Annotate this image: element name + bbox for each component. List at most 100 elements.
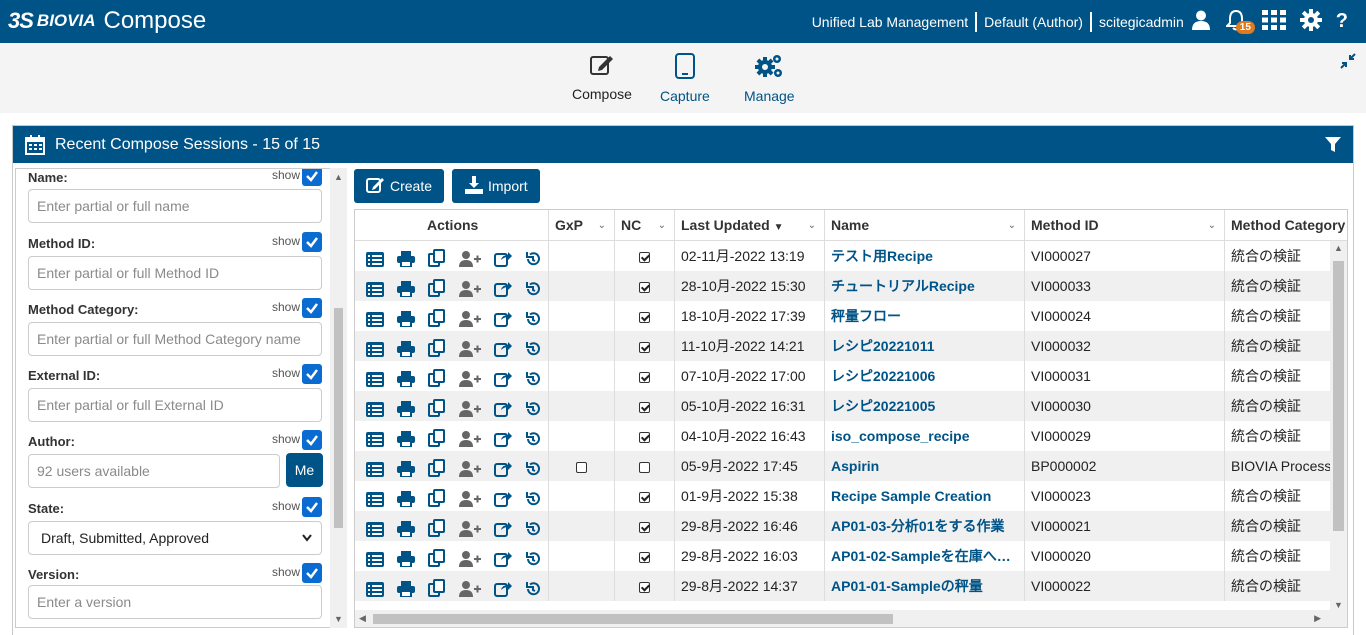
filter-icon[interactable] <box>1325 137 1341 156</box>
name-input[interactable]: Enter partial or full name <box>28 189 322 223</box>
user-plus-icon[interactable] <box>459 247 481 271</box>
show-checkbox[interactable] <box>302 364 322 384</box>
print-icon[interactable] <box>397 577 415 601</box>
table-row[interactable]: 07-10月-2022 17:00 レシピ20221006 VI000031 統合の検… <box>355 361 1347 391</box>
share-icon[interactable] <box>494 277 512 301</box>
chevron-down-icon[interactable]: ⌄ <box>598 210 606 241</box>
create-button[interactable]: Create <box>354 169 445 203</box>
import-button[interactable]: Import <box>452 169 540 203</box>
scroll-up-icon[interactable]: ▲ <box>334 172 343 182</box>
external-id-input[interactable]: Enter partial or full External ID <box>28 388 322 422</box>
filter-scrollbar[interactable]: ▲ ▼ <box>330 168 347 628</box>
name-link[interactable]: チュートリアルRecipe <box>825 271 1025 301</box>
version-input[interactable]: Enter a version <box>28 585 322 619</box>
history-icon[interactable] <box>525 367 541 391</box>
lab-link[interactable]: Unified Lab Management <box>812 14 968 30</box>
share-icon[interactable] <box>494 487 512 511</box>
show-checkbox[interactable] <box>302 169 322 186</box>
scroll-left-icon[interactable]: ◀ <box>359 613 366 624</box>
me-button[interactable]: Me <box>286 453 323 487</box>
name-link[interactable]: Aspirin <box>825 451 1025 481</box>
share-icon[interactable] <box>494 517 512 541</box>
copy-icon[interactable] <box>428 517 446 541</box>
history-icon[interactable] <box>525 427 541 451</box>
nav-compose[interactable]: Compose <box>572 53 632 102</box>
chevron-down-icon[interactable]: ⌄ <box>1208 210 1216 241</box>
history-icon[interactable] <box>525 307 541 331</box>
share-icon[interactable] <box>494 337 512 361</box>
nav-capture[interactable]: Capture <box>660 53 710 104</box>
col-gxp[interactable]: GxP ⌄ <box>549 210 615 241</box>
scroll-thumb[interactable] <box>1333 261 1344 531</box>
table-row[interactable]: 02-11月-2022 13:19 テスト用Recipe VI000027 統合の検証 <box>355 241 1347 271</box>
scroll-thumb[interactable] <box>373 614 893 624</box>
user-plus-icon[interactable] <box>459 367 481 391</box>
show-checkbox[interactable] <box>302 497 322 517</box>
copy-icon[interactable] <box>428 427 446 451</box>
name-link[interactable]: AP01-03-分析01をする作業 <box>825 511 1025 541</box>
user-plus-icon[interactable] <box>459 547 481 571</box>
history-icon[interactable] <box>525 397 541 421</box>
user-plus-icon[interactable] <box>459 427 481 451</box>
user-plus-icon[interactable] <box>459 577 481 601</box>
list-icon[interactable] <box>366 547 384 571</box>
help-icon[interactable]: ? <box>1336 10 1348 33</box>
name-link[interactable]: レシピ20221011 <box>825 331 1025 361</box>
name-link[interactable]: 秤量フロー <box>825 301 1025 331</box>
copy-icon[interactable] <box>428 277 446 301</box>
print-icon[interactable] <box>397 427 415 451</box>
share-icon[interactable] <box>494 577 512 601</box>
collapse-icon[interactable] <box>1340 53 1356 72</box>
list-icon[interactable] <box>366 577 384 601</box>
table-row[interactable]: 29-8月-2022 14:37 AP01-01-Sampleの秤量 VI00002… <box>355 571 1347 601</box>
user-plus-icon[interactable] <box>459 397 481 421</box>
name-link[interactable]: レシピ20221005 <box>825 391 1025 421</box>
app-logo[interactable]: 3S BIOVIA Compose <box>8 7 206 35</box>
nav-manage[interactable]: Manage <box>744 53 795 104</box>
scroll-down-icon[interactable]: ▼ <box>334 614 343 624</box>
history-icon[interactable] <box>525 337 541 361</box>
history-icon[interactable] <box>525 277 541 301</box>
share-icon[interactable] <box>494 547 512 571</box>
name-link[interactable]: テスト用Recipe <box>825 241 1025 271</box>
print-icon[interactable] <box>397 547 415 571</box>
gear-icon[interactable] <box>1299 9 1322 34</box>
history-icon[interactable] <box>525 247 541 271</box>
history-icon[interactable] <box>525 517 541 541</box>
show-checkbox[interactable] <box>302 298 322 318</box>
show-checkbox[interactable] <box>302 563 322 583</box>
col-last-updated[interactable]: Last Updated ▼ ⌄ <box>675 210 825 241</box>
print-icon[interactable] <box>397 487 415 511</box>
user-plus-icon[interactable] <box>459 337 481 361</box>
name-link[interactable]: レシピ20221006 <box>825 361 1025 391</box>
user-plus-icon[interactable] <box>459 277 481 301</box>
copy-icon[interactable] <box>428 307 446 331</box>
list-icon[interactable] <box>366 457 384 481</box>
method-category-input[interactable]: Enter partial or full Method Category na… <box>28 322 322 356</box>
scroll-right-icon[interactable]: ▶ <box>1314 613 1321 624</box>
chevron-down-icon[interactable]: ⌄ <box>1008 210 1016 241</box>
name-link[interactable]: AP01-01-Sampleの秤量 <box>825 571 1025 601</box>
copy-icon[interactable] <box>428 337 446 361</box>
table-row[interactable]: 28-10月-2022 15:30 チュートリアルRecipe VI000033 統合… <box>355 271 1347 301</box>
table-row[interactable]: 05-10月-2022 16:31 レシピ20221005 VI000030 統合の検… <box>355 391 1347 421</box>
table-row[interactable]: 04-10月-2022 16:43 iso_compose_recipe VI000… <box>355 421 1347 451</box>
copy-icon[interactable] <box>428 367 446 391</box>
table-row[interactable]: 05-9月-2022 17:45 Aspirin BP000002 BIOVIA Pr… <box>355 451 1347 481</box>
share-icon[interactable] <box>494 457 512 481</box>
table-hscrollbar[interactable]: ◀ ▶ <box>355 610 1347 627</box>
print-icon[interactable] <box>397 367 415 391</box>
user-plus-icon[interactable] <box>459 457 481 481</box>
col-method-id[interactable]: Method ID ⌄ <box>1025 210 1225 241</box>
user-plus-icon[interactable] <box>459 307 481 331</box>
share-icon[interactable] <box>494 427 512 451</box>
copy-icon[interactable] <box>428 577 446 601</box>
copy-icon[interactable] <box>428 487 446 511</box>
print-icon[interactable] <box>397 397 415 421</box>
method-id-input[interactable]: Enter partial or full Method ID <box>28 256 322 290</box>
table-row[interactable]: 29-8月-2022 16:03 AP01-02-Sampleを在庫へ… VI000… <box>355 541 1347 571</box>
print-icon[interactable] <box>397 277 415 301</box>
copy-icon[interactable] <box>428 547 446 571</box>
history-icon[interactable] <box>525 547 541 571</box>
col-name[interactable]: Name ⌄ <box>825 210 1025 241</box>
